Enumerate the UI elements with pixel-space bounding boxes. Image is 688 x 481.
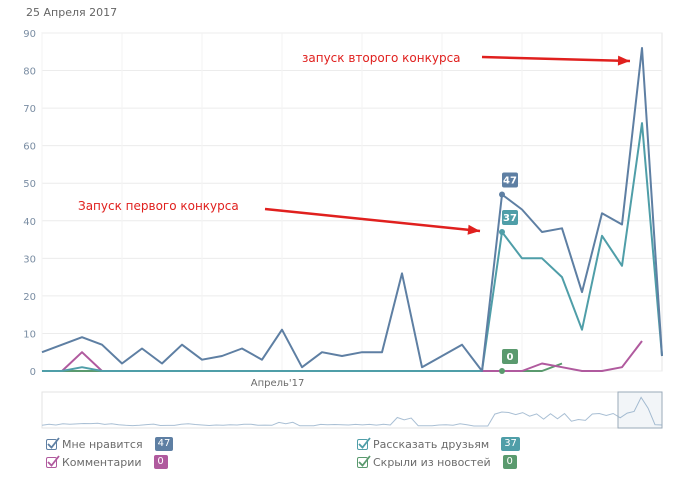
checkbox-icon[interactable] bbox=[357, 454, 371, 468]
annotation-arrow bbox=[264, 207, 481, 233]
tooltip-value: 0 bbox=[507, 352, 514, 363]
annotation-first-contest: Запуск первого конкурса bbox=[78, 199, 239, 213]
y-tick-label: 0 bbox=[30, 367, 36, 378]
tooltip-value: 47 bbox=[503, 175, 517, 186]
legend-item-comments[interactable]: Комментарии 0 bbox=[46, 454, 168, 470]
data-point bbox=[499, 229, 505, 236]
y-tick-label: 70 bbox=[23, 104, 36, 115]
legend-item-hidden[interactable]: Скрыли из новостей 0 bbox=[357, 454, 517, 470]
line-chart[interactable]: 0 10 20 30 40 50 60 70 80 90 Апрель'17 47 37 0 запуск … bbox=[0, 0, 688, 481]
navigator-selection-handle bbox=[617, 391, 663, 429]
y-tick-label: 40 bbox=[23, 217, 36, 228]
legend-label: Рассказать друзьям bbox=[373, 437, 490, 451]
navigator-frame bbox=[41, 391, 663, 429]
legend-count-badge: 47 bbox=[154, 437, 174, 451]
legend-label: Скрыли из новостей bbox=[373, 455, 491, 469]
legend-item-likes[interactable]: Мне нравится 47 bbox=[46, 436, 174, 452]
stats-chart-widget: 25 Апреля 2017 0 10 20 30 40 50 60 70 80 90 Апрель… bbox=[0, 0, 688, 481]
y-tick-label: 80 bbox=[23, 67, 36, 78]
legend-label: Мне нравится bbox=[62, 437, 143, 451]
legend-count-badge: 37 bbox=[501, 437, 520, 451]
y-tick-label: 30 bbox=[23, 254, 36, 265]
legend-count-badge: 0 bbox=[502, 455, 517, 469]
data-point bbox=[499, 191, 505, 198]
y-tick-label: 90 bbox=[23, 29, 36, 40]
y-tick-label: 50 bbox=[23, 179, 36, 190]
annotation-arrow bbox=[481, 55, 631, 63]
tooltip-value: 37 bbox=[503, 213, 517, 224]
checkbox-icon[interactable] bbox=[357, 436, 371, 450]
annotation-second-contest: запуск второго конкурса bbox=[302, 51, 461, 65]
y-tick-label: 10 bbox=[23, 329, 36, 340]
legend-item-shares[interactable]: Рассказать друзьям 37 bbox=[357, 436, 520, 452]
legend-label: Комментарии bbox=[62, 455, 142, 469]
annotation-arrow-head bbox=[617, 55, 630, 66]
y-tick-label: 60 bbox=[23, 142, 36, 153]
data-point bbox=[499, 368, 505, 374]
y-tick-label: 20 bbox=[23, 292, 36, 303]
legend-count-badge: 0 bbox=[153, 455, 168, 469]
x-axis-label: Апрель'17 bbox=[251, 378, 305, 389]
checkbox-icon[interactable] bbox=[46, 436, 60, 450]
checkbox-icon[interactable] bbox=[46, 454, 60, 468]
